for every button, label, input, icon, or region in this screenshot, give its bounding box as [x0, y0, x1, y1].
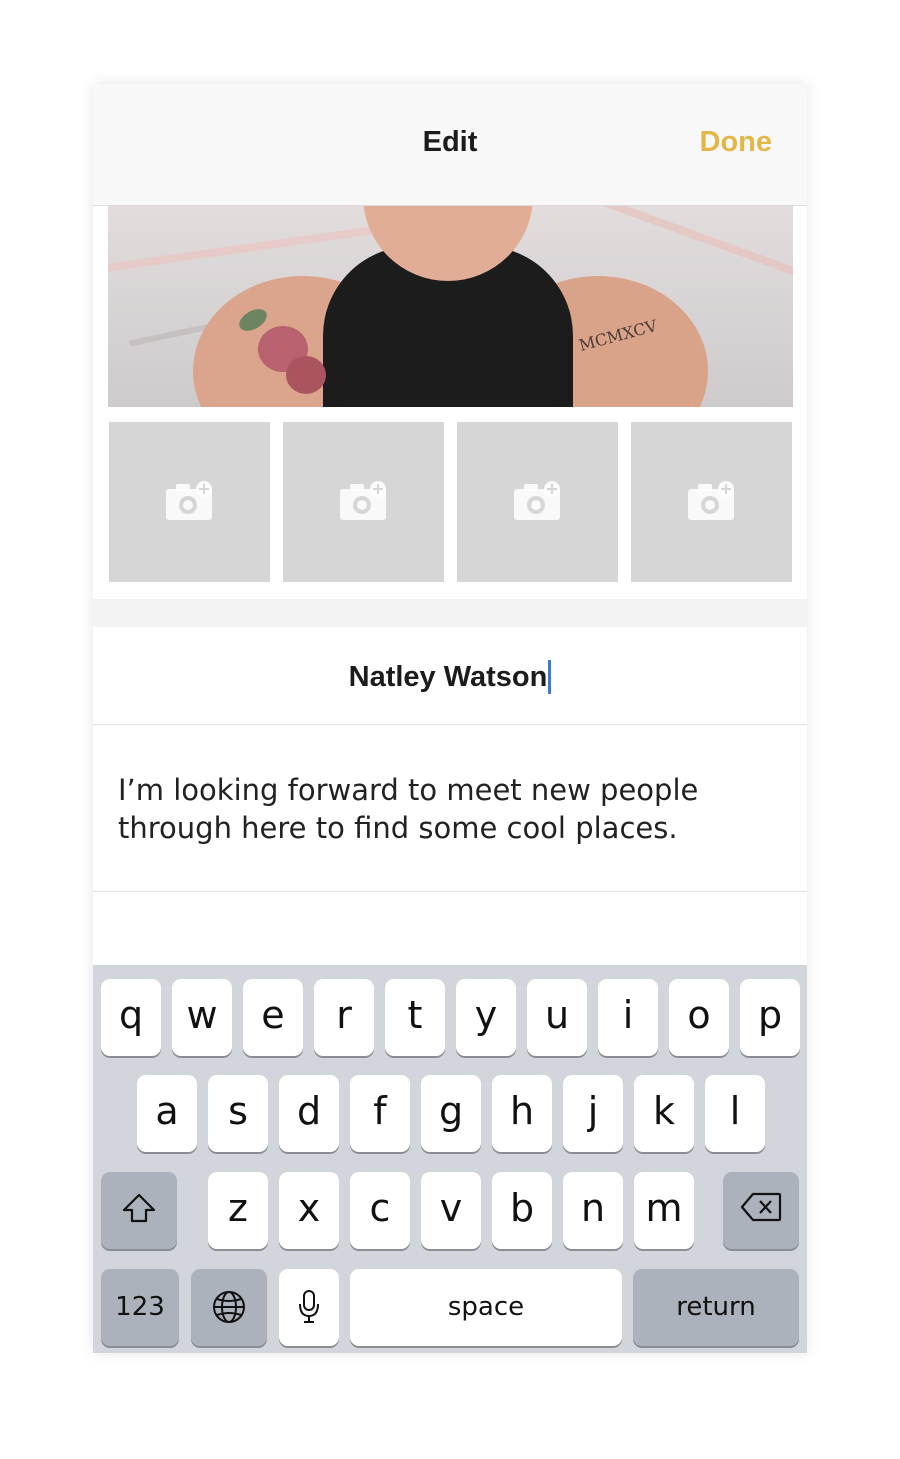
key-t[interactable]: t	[385, 979, 445, 1056]
key-f[interactable]: f	[350, 1075, 410, 1152]
name-field[interactable]: Natley Watson	[93, 627, 807, 725]
add-photo-slot-1[interactable]	[109, 422, 270, 582]
microphone-key[interactable]	[279, 1269, 339, 1346]
camera-plus-icon	[514, 481, 560, 520]
done-button[interactable]: Done	[700, 126, 773, 159]
camera-plus-icon	[688, 481, 734, 520]
background-stripe	[584, 206, 793, 289]
key-y[interactable]: y	[456, 979, 516, 1056]
name-input-value[interactable]: Natley Watson	[349, 660, 552, 694]
edit-profile-screen: Edit Done MCMXCV Natley Watson I’m looki…	[93, 84, 807, 1353]
add-photo-slot-3[interactable]	[457, 422, 618, 582]
key-z[interactable]: z	[208, 1172, 268, 1249]
delete-key[interactable]	[723, 1172, 799, 1249]
camera-plus-icon	[166, 481, 212, 520]
shift-key[interactable]	[101, 1172, 177, 1249]
space-key[interactable]: space	[350, 1269, 622, 1346]
key-g[interactable]: g	[421, 1075, 481, 1152]
key-a[interactable]: a	[137, 1075, 197, 1152]
rose-tattoo	[286, 356, 326, 394]
globe-icon	[213, 1291, 245, 1323]
key-m[interactable]: m	[634, 1172, 694, 1249]
divider	[93, 891, 807, 892]
numbers-key[interactable]: 123	[101, 1269, 179, 1346]
section-divider	[93, 599, 807, 627]
key-d[interactable]: d	[279, 1075, 339, 1152]
key-l[interactable]: l	[705, 1075, 765, 1152]
key-j[interactable]: j	[563, 1075, 623, 1152]
key-o[interactable]: o	[669, 979, 729, 1056]
add-photo-slot-4[interactable]	[631, 422, 792, 582]
key-q[interactable]: q	[101, 979, 161, 1056]
key-b[interactable]: b	[492, 1172, 552, 1249]
key-i[interactable]: i	[598, 979, 658, 1056]
key-n[interactable]: n	[563, 1172, 623, 1249]
key-k[interactable]: k	[634, 1075, 694, 1152]
navigation-bar: Edit Done	[93, 84, 807, 206]
photo-slots	[109, 422, 793, 582]
bio-textarea[interactable]: I’m looking forward to meet new people t…	[118, 771, 788, 847]
globe-key[interactable]	[191, 1269, 267, 1346]
shift-icon	[122, 1193, 156, 1223]
key-e[interactable]: e	[243, 979, 303, 1056]
backspace-icon	[740, 1192, 782, 1222]
key-x[interactable]: x	[279, 1172, 339, 1249]
key-u[interactable]: u	[527, 979, 587, 1056]
key-s[interactable]: s	[208, 1075, 268, 1152]
key-h[interactable]: h	[492, 1075, 552, 1152]
key-r[interactable]: r	[314, 979, 374, 1056]
keyboard: q w e r t y u i o p a s d f g h j k l z …	[93, 965, 807, 1353]
microphone-icon	[299, 1290, 319, 1323]
key-v[interactable]: v	[421, 1172, 481, 1249]
key-p[interactable]: p	[740, 979, 800, 1056]
camera-plus-icon	[340, 481, 386, 520]
add-photo-slot-2[interactable]	[283, 422, 444, 582]
main-profile-photo[interactable]: MCMXCV	[108, 206, 793, 407]
key-c[interactable]: c	[350, 1172, 410, 1249]
key-w[interactable]: w	[172, 979, 232, 1056]
return-key[interactable]: return	[633, 1269, 799, 1346]
